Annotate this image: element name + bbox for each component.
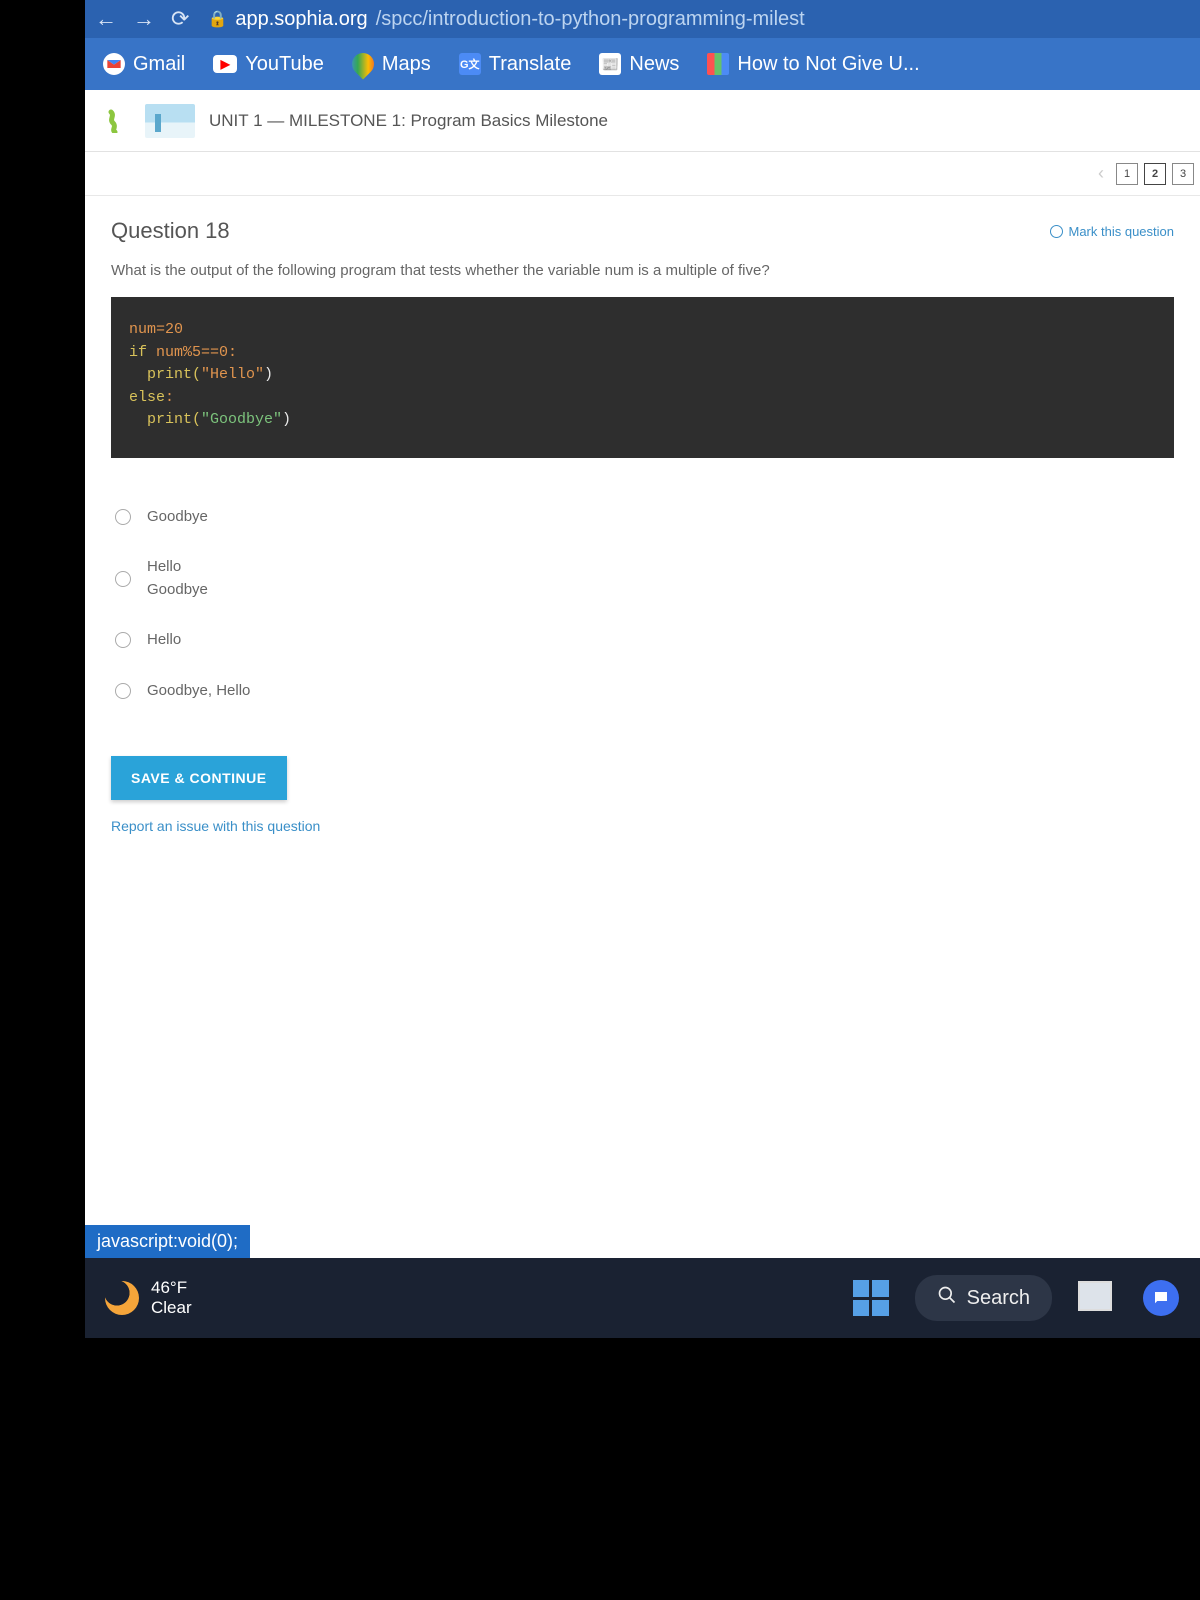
weather-temp: 46°F	[151, 1278, 192, 1298]
task-view-icon	[1082, 1285, 1112, 1311]
moon-icon	[105, 1281, 139, 1315]
mark-question-button[interactable]: Mark this question	[1050, 224, 1175, 239]
url-bar[interactable]: 🔒 app.sophia.org/spcc/introduction-to-py…	[207, 8, 1190, 31]
unit-thumbnail	[145, 104, 195, 138]
back-icon[interactable]: ←	[95, 6, 117, 32]
translate-icon: G文	[459, 53, 481, 75]
sophia-logo-icon[interactable]	[103, 107, 131, 135]
radio-icon	[115, 571, 131, 587]
code-block: num=20 if num%5==0: print("Hello") else:…	[111, 297, 1174, 458]
mark-question-label: Mark this question	[1069, 224, 1175, 239]
answer-option-c[interactable]: Hello	[111, 615, 1174, 666]
question-pagination: ‹ 1 2 3	[85, 152, 1200, 196]
answer-text: Goodbye, Hello	[147, 680, 250, 703]
url-host: app.sophia.org	[235, 8, 367, 31]
grid-icon	[707, 53, 729, 75]
report-issue-link[interactable]: Report an issue with this question	[111, 818, 1174, 834]
radio-icon	[115, 683, 131, 699]
save-continue-button[interactable]: SAVE & CONTINUE	[111, 756, 287, 800]
forward-icon[interactable]: →	[133, 6, 155, 32]
youtube-icon: ▶	[213, 55, 237, 73]
bookmark-translate[interactable]: G文 Translate	[459, 53, 572, 76]
answer-option-d[interactable]: Goodbye, Hello	[111, 666, 1174, 717]
search-icon	[937, 1285, 957, 1311]
bookmark-how-to-not-give[interactable]: How to Not Give U...	[707, 53, 919, 76]
start-button[interactable]	[853, 1280, 889, 1316]
bookmark-gmail[interactable]: Gmail	[103, 53, 185, 76]
bookmark-youtube[interactable]: ▶ YouTube	[213, 53, 324, 76]
answer-option-b[interactable]: Hello Goodbye	[111, 542, 1174, 615]
bookmark-label: Gmail	[133, 53, 185, 76]
radio-icon	[115, 509, 131, 525]
unit-title: UNIT 1 — MILESTONE 1: Program Basics Mil…	[209, 111, 608, 131]
bookmark-label: Translate	[489, 53, 572, 76]
page-3[interactable]: 3	[1172, 163, 1194, 185]
answer-text: Hello Goodbye	[147, 556, 208, 601]
question-prompt: What is the output of the following prog…	[111, 262, 1174, 279]
app-header: UNIT 1 — MILESTONE 1: Program Basics Mil…	[85, 90, 1200, 152]
circle-icon	[1050, 225, 1063, 238]
task-view-button[interactable]	[1078, 1279, 1116, 1317]
radio-icon	[115, 632, 131, 648]
answer-text: Hello	[147, 629, 181, 652]
bookmarks-bar: Gmail ▶ YouTube Maps G文 Translate 📰 News…	[85, 38, 1200, 90]
bookmark-label: News	[629, 53, 679, 76]
answer-list: Goodbye Hello Goodbye Hello Goodbye, Hel…	[111, 492, 1174, 717]
bookmark-label: YouTube	[245, 53, 324, 76]
question-content: Question 18 Mark this question What is t…	[85, 196, 1200, 1300]
weather-condition: Clear	[151, 1298, 192, 1318]
bookmark-maps[interactable]: Maps	[352, 53, 431, 76]
browser-status-bar: javascript:void(0);	[85, 1225, 250, 1258]
page-1[interactable]: 1	[1116, 163, 1138, 185]
maps-icon	[347, 48, 378, 79]
bookmark-label: How to Not Give U...	[737, 53, 919, 76]
reload-icon[interactable]: ⟳	[171, 6, 189, 32]
bookmark-news[interactable]: 📰 News	[599, 53, 679, 76]
page-2[interactable]: 2	[1144, 163, 1166, 185]
question-title: Question 18	[111, 218, 230, 244]
gmail-icon	[103, 53, 125, 75]
url-path: /spcc/introduction-to-python-programming…	[376, 8, 805, 31]
chevron-left-icon[interactable]: ‹	[1092, 163, 1110, 184]
windows-taskbar: 46°F Clear Search	[85, 1258, 1200, 1338]
answer-option-a[interactable]: Goodbye	[111, 492, 1174, 543]
search-label: Search	[967, 1287, 1030, 1310]
taskbar-weather[interactable]: 46°F Clear	[105, 1278, 192, 1319]
chat-icon	[1143, 1280, 1179, 1316]
browser-address-bar: ← → ⟳ 🔒 app.sophia.org/spcc/introduction…	[85, 0, 1200, 38]
answer-text: Goodbye	[147, 506, 208, 529]
lock-icon: 🔒	[207, 9, 227, 29]
chat-button[interactable]	[1142, 1279, 1180, 1317]
taskbar-search[interactable]: Search	[915, 1275, 1052, 1321]
bookmark-label: Maps	[382, 53, 431, 76]
news-icon: 📰	[599, 53, 621, 75]
